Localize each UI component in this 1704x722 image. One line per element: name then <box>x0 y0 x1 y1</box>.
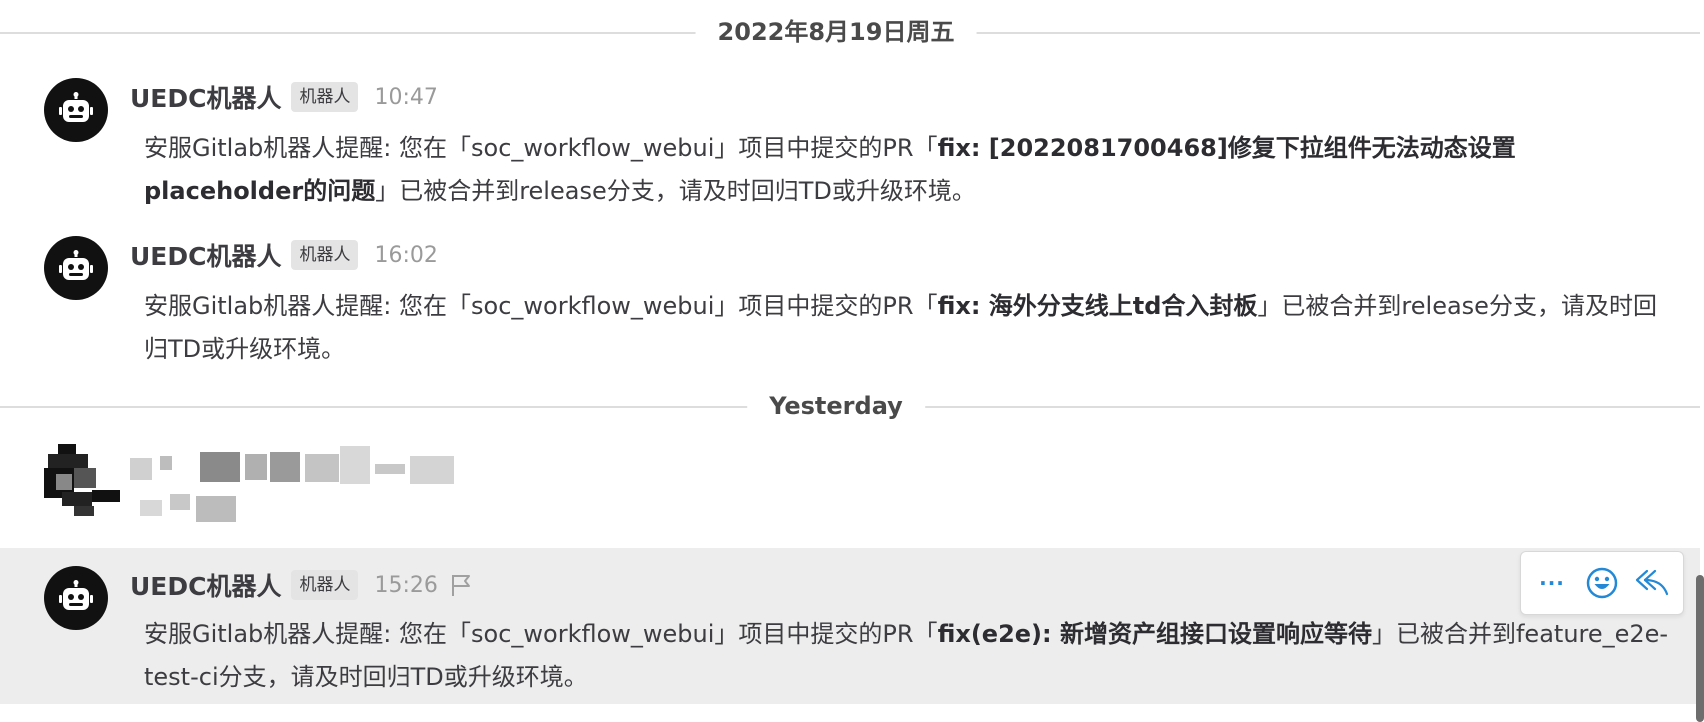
date-divider-label: 2022年8月19日周五 <box>695 17 977 47</box>
message-text: 」项目中提交的PR「 <box>714 292 938 320</box>
message-body: 安服Gitlab机器人提醒: 您在「soc_workflow_webui」项目中… <box>144 613 1674 699</box>
message-text: 安服Gitlab机器人提醒: 您在「 <box>144 620 471 648</box>
message-text: 」项目中提交的PR「 <box>714 134 938 162</box>
robot-icon <box>59 92 93 122</box>
flag-icon[interactable] <box>448 572 474 598</box>
redacted-username <box>130 458 152 480</box>
project-name: soc_workflow_webui <box>471 292 715 320</box>
post-header: UEDC机器人 机器人 15:26 <box>130 568 474 602</box>
post-header: UEDC机器人 机器人 10:47 <box>130 80 438 114</box>
message-text: 」已被合并到 <box>1371 620 1516 648</box>
reply-icon <box>1635 569 1669 596</box>
redacted-message <box>196 496 236 522</box>
date-divider-label: Yesterday <box>747 391 925 421</box>
avatar[interactable] <box>44 236 108 300</box>
message-text: 安服Gitlab机器人提醒: 您在「 <box>144 134 471 162</box>
reply-button[interactable] <box>1632 563 1672 603</box>
message-text: 」项目中提交的PR「 <box>714 620 938 648</box>
more-icon: ··· <box>1539 571 1565 595</box>
post-hover-menu: ··· <box>1520 551 1684 615</box>
redacted-post[interactable] <box>0 438 1700 548</box>
bot-tag: 机器人 <box>291 240 359 270</box>
more-actions-button[interactable]: ··· <box>1532 563 1572 603</box>
post[interactable]: UEDC机器人 机器人 10:47 安服Gitlab机器人提醒: 您在「soc_… <box>0 72 1700 222</box>
post-time[interactable]: 15:26 <box>374 573 437 598</box>
message-text: 安服Gitlab机器人提醒: 您在「 <box>144 292 471 320</box>
redacted-username <box>160 456 172 470</box>
add-reaction-button[interactable] <box>1582 563 1622 603</box>
redacted-username <box>340 446 370 484</box>
redacted-username <box>270 452 300 482</box>
post-time[interactable]: 16:02 <box>374 243 437 268</box>
redacted-username <box>200 452 240 482</box>
bot-tag: 机器人 <box>291 570 359 600</box>
message-body: 安服Gitlab机器人提醒: 您在「soc_workflow_webui」项目中… <box>144 127 1674 213</box>
post[interactable]: UEDC机器人 机器人 16:02 安服Gitlab机器人提醒: 您在「soc_… <box>0 230 1700 370</box>
post[interactable]: UEDC机器人 机器人 15:26 安服Gitlab机器人提醒: 您在「soc_… <box>0 548 1700 704</box>
message-text: 」已被合并到release分支，请及时回归TD或升级环境。 <box>375 177 976 205</box>
smiley-icon <box>1586 567 1618 599</box>
message-body: 安服Gitlab机器人提醒: 您在「soc_workflow_webui」项目中… <box>144 285 1674 371</box>
robot-icon <box>59 580 93 610</box>
pr-title: fix: 海外分支线上td合入封板 <box>937 292 1258 320</box>
username[interactable]: UEDC机器人 <box>130 567 281 603</box>
scrollbar-thumb[interactable] <box>1696 575 1704 722</box>
message-list: 2022年8月19日周五 UEDC机器人 机器人 10:47 安服Gitlab机… <box>0 0 1704 722</box>
post-header: UEDC机器人 机器人 16:02 <box>130 238 438 272</box>
redacted-username <box>305 454 339 482</box>
pr-title: fix(e2e): 新增资产组接口设置响应等待 <box>937 620 1372 648</box>
robot-icon <box>59 250 93 280</box>
post-time[interactable]: 10:47 <box>374 85 437 110</box>
username[interactable]: UEDC机器人 <box>130 237 281 273</box>
username[interactable]: UEDC机器人 <box>130 79 281 115</box>
avatar[interactable] <box>44 444 120 520</box>
redacted-message <box>170 494 190 510</box>
avatar[interactable] <box>44 566 108 630</box>
avatar[interactable] <box>44 78 108 142</box>
message-text: 分支，请及时回归TD或升级环境。 <box>218 663 588 691</box>
project-name: soc_workflow_webui <box>471 620 715 648</box>
project-name: soc_workflow_webui <box>471 134 715 162</box>
redacted-username <box>410 456 454 484</box>
redacted-username <box>375 464 405 474</box>
redacted-message <box>140 500 162 516</box>
redacted-username <box>245 454 267 480</box>
bot-tag: 机器人 <box>291 82 359 112</box>
